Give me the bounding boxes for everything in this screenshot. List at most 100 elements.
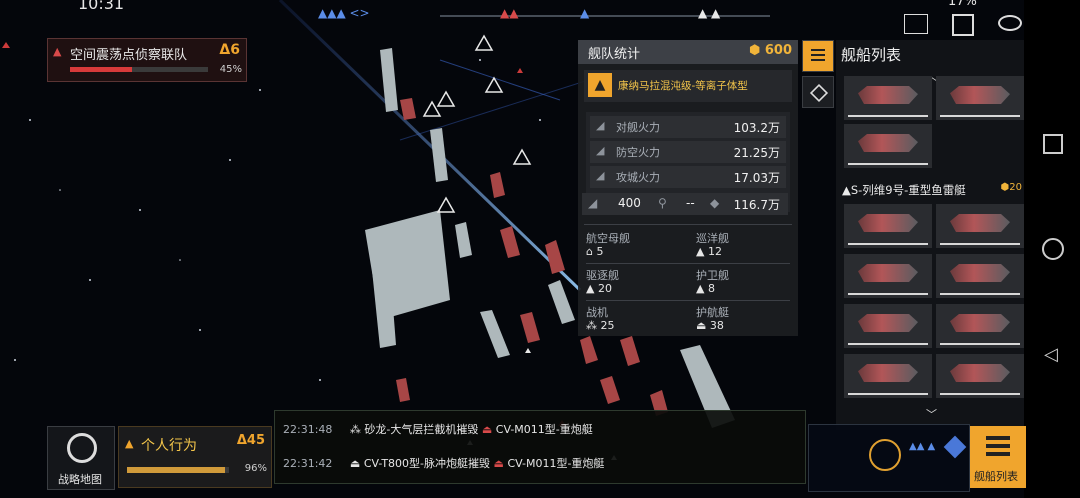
ship-card[interactable] — [844, 204, 932, 248]
system-nav-bar: ◁ — [1024, 0, 1080, 498]
power-label: 攻城火力 — [616, 171, 660, 184]
fleet-position-strip — [440, 15, 770, 17]
warning-triangle-icon: ▲ — [53, 45, 62, 58]
class-count: ⌂ 5 — [586, 245, 604, 258]
list-icon — [986, 436, 1010, 440]
personal-action-progress-label: 96% — [244, 463, 267, 474]
ship-card[interactable] — [936, 304, 1024, 348]
ship-list-header: 舰船列表 — [836, 40, 1024, 68]
minimap-player-icon — [943, 435, 967, 459]
scroll-down-icon[interactable]: ﹀ — [926, 406, 937, 422]
summary-speed: 400 — [618, 196, 641, 210]
combat-log: 22:31:48 ⁂ 砂龙-大气层拦截机摧毁 ⏏ CV-M011型-重炮艇 22… — [274, 410, 806, 484]
objective-progress-label: 45% — [219, 64, 242, 75]
home-button[interactable] — [1042, 238, 1064, 260]
class-label: 航空母舰 — [586, 232, 630, 245]
recent-apps-button[interactable] — [1043, 134, 1063, 154]
objective-panel[interactable]: ▲ 空间震荡点侦察联队 Δ6 45% — [47, 38, 247, 82]
class-label: 护航艇 — [696, 306, 729, 319]
cube-view-button[interactable] — [802, 76, 834, 108]
ship-list-title: 舰船列表 — [841, 46, 902, 64]
log-target: CV-M011型-重炮艇 — [507, 457, 605, 470]
formation-row[interactable]: ▲ 康纳马拉混沌级-等离子体型 — [584, 70, 792, 102]
speed-icon: ◢ — [588, 196, 598, 210]
log-attacker: CV-T800型-脉冲炮艇摧毁 — [363, 457, 491, 470]
fleet-stats-toggle-button[interactable] — [802, 40, 834, 72]
ship-group-cost: ⬢20 — [1000, 182, 1022, 193]
class-count: ▲ 8 — [696, 282, 715, 295]
divider — [586, 263, 790, 264]
power-value: 17.03万 — [733, 171, 780, 185]
ship-list-panel: 舰船列表 ︿ ▲S-列维9号-重型鱼雷艇 ⬢20 ﹀ — [836, 40, 1024, 430]
ship-card[interactable] — [844, 124, 932, 168]
siege-icon: ◢ — [596, 169, 605, 182]
allied-marker: ▲ — [580, 6, 590, 20]
fleet-cost: ⬢ 600 — [748, 43, 792, 58]
strategy-map-button[interactable]: 战略地图 — [47, 426, 115, 490]
power-row-siege: ◢ 攻城火力 17.03万 — [590, 166, 786, 188]
personal-action-progress-bar — [127, 467, 229, 473]
log-time: 22:31:42 — [283, 457, 333, 470]
objective-progress-bar — [70, 67, 208, 72]
neutral-marker: ▲ ▲ — [698, 6, 721, 20]
destroyed-icon: ⏏ — [493, 457, 504, 470]
enemy-fleet-markers: ▲▲ — [500, 6, 519, 20]
fleet-stats-header: 舰队统计 ⬢ 600 — [578, 40, 798, 64]
share-icon[interactable] — [952, 14, 974, 36]
ship-card[interactable] — [844, 304, 932, 348]
log-target: CV-M011型-重炮艇 — [495, 423, 593, 436]
fleet-stats-title: 舰队统计 — [588, 47, 641, 62]
ship-card[interactable] — [844, 76, 932, 120]
status-battery: 17% — [948, 0, 977, 9]
ship-card[interactable] — [844, 354, 932, 398]
ship-card[interactable] — [936, 204, 1024, 248]
ship-group-name: ▲S-列维9号-重型鱼雷艇 — [842, 183, 966, 197]
allied-fleet-markers: ▲▲▲ <> — [318, 6, 370, 20]
ship-card[interactable] — [936, 254, 1024, 298]
power-value: 103.2万 — [733, 121, 780, 135]
ship-class-grid: 航空母舰 ⌂ 5 巡洋舰 ▲ 12 驱逐舰 ▲ 20 护卫舰 ▲ 8 战机 ⁂ … — [586, 230, 790, 332]
summary-crew: -- — [686, 196, 695, 210]
log-entry: 22:31:42 ⏏ CV-T800型-脉冲炮艇摧毁 ⏏ CV-M011型-重炮… — [283, 455, 604, 471]
class-count: ▲ 20 — [586, 282, 612, 295]
ship-card[interactable] — [936, 76, 1024, 120]
chat-icon[interactable] — [904, 14, 928, 34]
formation-icon: ▲ — [588, 73, 612, 97]
crew-icon: ⚲ — [658, 196, 667, 210]
personal-action-panel[interactable]: ▲ 个人行为 Δ45 96% — [118, 426, 272, 488]
log-time: 22:31:48 — [283, 423, 333, 436]
anti-air-icon: ◢ — [596, 144, 605, 157]
anti-ship-icon: ◢ — [596, 119, 605, 132]
objective-title: 空间震荡点侦察联队 — [70, 48, 188, 63]
list-icon — [811, 49, 825, 51]
power-row-anti-ship: ◢ 对舰火力 103.2万 — [590, 116, 786, 138]
minimap-focus-ring — [869, 439, 901, 471]
status-time: 10:31 — [78, 0, 125, 13]
personal-action-title: 个人行为 — [141, 438, 197, 454]
class-label: 巡洋舰 — [696, 232, 729, 245]
eye-icon[interactable] — [998, 15, 1022, 31]
class-count: ▲ 12 — [696, 245, 722, 258]
power-label: 对舰火力 — [616, 121, 660, 134]
power-label: 防空火力 — [616, 146, 660, 159]
ship-card[interactable] — [936, 354, 1024, 398]
personal-action-level: Δ45 — [236, 433, 265, 448]
action-triangle-icon: ▲ — [125, 437, 134, 450]
objective-level: Δ6 — [219, 42, 240, 58]
divider — [584, 224, 792, 225]
class-label: 战机 — [586, 306, 608, 319]
fighter-icon: ⁂ — [349, 423, 361, 436]
class-count: ⏏ 38 — [696, 319, 724, 332]
minimap-allied-icon: ▲▲ ▲ — [909, 441, 936, 452]
ship-card[interactable] — [844, 254, 932, 298]
escort-icon: ⏏ — [349, 457, 361, 470]
fleet-stats-panel: 舰队统计 ⬢ 600 ▲ 康纳马拉混沌级-等离子体型 ◢ 对舰火力 103.2万… — [578, 40, 798, 336]
ship-group-header: ▲S-列维9号-重型鱼雷艇 ⬢20 — [840, 182, 1024, 198]
summary-row: ◢ 400 ⚲ -- ◆ 116.7万 — [582, 193, 788, 215]
ship-list-button-label: 舰船列表 — [974, 470, 1018, 483]
ship-list-button[interactable]: 舰船列表 — [970, 426, 1026, 488]
class-label: 护卫舰 — [696, 269, 729, 282]
minimap[interactable]: ▲▲ ▲ — [808, 424, 970, 492]
class-count: ⁂ 25 — [586, 319, 615, 332]
back-button[interactable]: ◁ — [1044, 344, 1058, 365]
